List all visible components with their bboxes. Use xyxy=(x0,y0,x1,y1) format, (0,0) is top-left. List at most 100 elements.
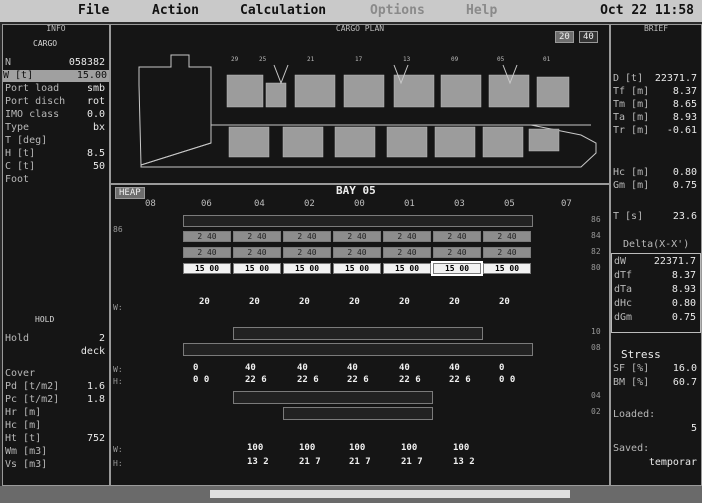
lower-weight: 100 xyxy=(401,443,418,453)
weight-label: W [t] xyxy=(3,70,34,81)
hold-title: HOLD xyxy=(35,315,55,324)
deck-slot[interactable]: 2 40 xyxy=(433,247,481,258)
h-value[interactable]: 8.5 xyxy=(87,148,105,159)
ta-value: 8.93 xyxy=(672,112,697,123)
deck-slot[interactable]: 2 40 xyxy=(183,231,231,242)
port-load-label: Port load xyxy=(5,83,60,94)
dtf-value: 8.37 xyxy=(671,270,696,281)
deck-sum: 20 xyxy=(399,297,410,307)
deck-slot[interactable]: 2 40 xyxy=(333,231,381,242)
hold-height: 22 6 xyxy=(449,375,471,385)
id-value[interactable]: 058382 xyxy=(69,57,105,68)
deck-slot-selected[interactable]: 15 00 xyxy=(383,263,431,274)
pc-label: Pc [t/m2] xyxy=(5,394,60,405)
delta-title: Delta(X-X') xyxy=(623,239,690,250)
deck-slot-selected[interactable]: 15 00 xyxy=(233,263,281,274)
deck-slot[interactable]: 2 40 xyxy=(483,247,531,258)
hr-label: Hr [m] xyxy=(5,407,42,418)
col-header-2: 02 xyxy=(304,199,315,209)
deck-slot[interactable]: 2 40 xyxy=(483,231,531,242)
dhc-label: dHc xyxy=(614,298,633,309)
deck-sum: 20 xyxy=(299,297,310,307)
deck-slot[interactable]: 2 40 xyxy=(283,231,331,242)
deck-slot[interactable]: 2 40 xyxy=(233,231,281,242)
svg-text:09: 09 xyxy=(451,56,459,63)
deck-slot[interactable]: 2 40 xyxy=(383,247,431,258)
ht-value[interactable]: 752 xyxy=(87,433,105,444)
pc-value[interactable]: 1.8 xyxy=(87,394,105,405)
lower-weight: 100 xyxy=(453,443,470,453)
lower-height: 13 2 xyxy=(453,457,475,467)
deck-slot-selected[interactable]: 15 00 xyxy=(483,263,531,274)
info-title: INFO xyxy=(46,24,66,33)
imo-label: IMO class xyxy=(5,109,60,120)
deck-row-label: 86 xyxy=(113,225,123,234)
imo-value[interactable]: 0.0 xyxy=(87,109,105,120)
delta-box: dW 22371.7 dTf 8.37 dTa 8.93 dHc 0.80 dGm 0.7… xyxy=(611,253,701,333)
hold-height: 22 6 xyxy=(297,375,319,385)
bm-label: BM [%] xyxy=(613,377,650,388)
svg-text:21: 21 xyxy=(307,56,315,63)
heap-button[interactable]: HEAP xyxy=(115,187,145,199)
ta-label: Ta [m] xyxy=(613,112,650,123)
hold-sub: deck xyxy=(80,346,105,357)
deck-slot[interactable]: 2 40 xyxy=(333,247,381,258)
deck-slot[interactable]: 2 40 xyxy=(433,231,481,242)
deck-slot-selected[interactable]: 15 00 xyxy=(183,263,231,274)
row-label-right: 04 xyxy=(591,391,601,400)
pd-value[interactable]: 1.6 xyxy=(87,381,105,392)
svg-text:05: 05 xyxy=(497,56,505,63)
pd-label: Pd [t/m2] xyxy=(5,381,60,392)
deck-slot-selected[interactable]: 15 00 xyxy=(431,261,483,276)
deck-slot[interactable]: 2 40 xyxy=(283,247,331,258)
dhc-value: 0.80 xyxy=(671,298,696,309)
col-header-6: 05 xyxy=(504,199,515,209)
bay-view-panel: HEAP BAY 05 08 06 04 02 00 01 03 05 07 2… xyxy=(110,184,610,486)
hc-label: Hc [m] xyxy=(5,420,42,431)
row-label-right: 86 xyxy=(591,215,601,224)
w-label: W: xyxy=(113,303,123,312)
hold-weight: 40 xyxy=(399,363,410,373)
brief-title: BRIEF xyxy=(643,24,669,33)
col-header-left: 08 xyxy=(145,199,156,209)
deck-slot[interactable]: 2 40 xyxy=(233,247,281,258)
tr-value: -0.61 xyxy=(666,125,697,136)
deck-row-empty[interactable] xyxy=(183,215,533,227)
weight-value[interactable]: 15.00 xyxy=(77,70,107,81)
menu-action[interactable]: Action xyxy=(152,3,199,18)
h-label: H [t] xyxy=(5,148,36,159)
deck-slot[interactable]: 2 40 xyxy=(183,247,231,258)
hold-height: 0 0 xyxy=(499,375,516,385)
id-label: N xyxy=(5,57,12,68)
menu-calculation[interactable]: Calculation xyxy=(240,3,326,18)
info-panel: INFO CARGO N 058382 W [t] 15.00 Port load s… xyxy=(2,24,110,486)
dw-label: dW xyxy=(614,256,627,267)
port-disch-value[interactable]: rot xyxy=(87,96,105,107)
port-load-value[interactable]: smb xyxy=(87,83,105,94)
deck-slot-selected[interactable]: 15 00 xyxy=(283,263,331,274)
loaded-value: 5 xyxy=(690,423,697,434)
hold-value[interactable]: 2 xyxy=(99,333,105,344)
menu-file[interactable]: File xyxy=(78,3,109,18)
saved-label: Saved: xyxy=(613,443,650,454)
menu-options[interactable]: Options xyxy=(370,3,425,18)
hc-value: 0.80 xyxy=(672,167,697,178)
tf-value: 8.37 xyxy=(672,86,697,97)
col-header-5: 03 xyxy=(454,199,465,209)
wm-label: Wm [m3] xyxy=(5,446,48,457)
col-header-3: 00 xyxy=(354,199,365,209)
deck-slot-selected[interactable]: 15 00 xyxy=(333,263,381,274)
c-value[interactable]: 50 xyxy=(93,161,105,172)
hold-weight: 0 xyxy=(499,363,505,373)
deck-slot[interactable]: 2 40 xyxy=(383,231,431,242)
svg-text:01: 01 xyxy=(543,56,551,63)
hold-label: Hold xyxy=(5,333,30,344)
type-value[interactable]: bx xyxy=(93,122,105,133)
dtf-label: dTf xyxy=(614,270,633,281)
d-value: 22371.7 xyxy=(654,73,697,84)
cover-label: Cover xyxy=(5,368,36,379)
c-label: C [t] xyxy=(5,161,36,172)
port-disch-label: Port disch xyxy=(5,96,66,107)
ship-profile[interactable]: 29 25 21 17 13 09 05 01 xyxy=(111,25,609,183)
menu-help[interactable]: Help xyxy=(466,3,497,18)
